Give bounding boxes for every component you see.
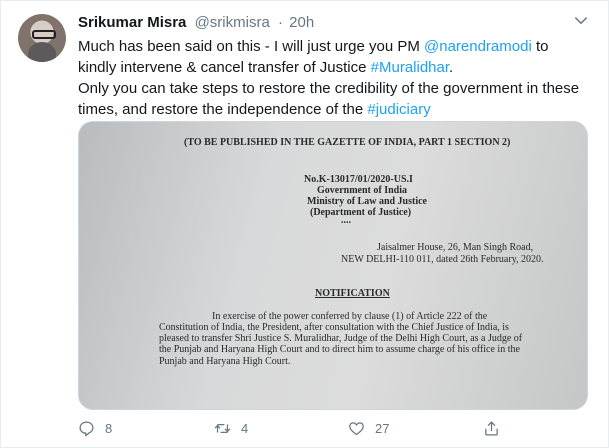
separator-dot: · bbox=[277, 14, 283, 31]
retweet-button[interactable]: 4 bbox=[214, 417, 248, 439]
like-button[interactable]: 27 bbox=[348, 417, 389, 439]
tweet-actions: 8 4 27 bbox=[78, 417, 590, 439]
tweet-text-part1: Much has been said on this - I will just… bbox=[78, 38, 424, 55]
tweet-header: Srikumar Misra @srikmisra · 20h bbox=[78, 13, 314, 33]
caret-down-icon[interactable] bbox=[572, 12, 590, 30]
display-name[interactable]: Srikumar Misra bbox=[78, 14, 186, 31]
mention-link[interactable]: @narendramodi bbox=[424, 38, 532, 55]
like-icon bbox=[349, 421, 364, 435]
tweet-text-part4: Only you can take steps to restore the c… bbox=[78, 80, 580, 118]
tweet-card[interactable]: Srikumar Misra @srikmisra · 20h Much has… bbox=[0, 0, 609, 448]
doc-body-line4: the Punjab and Haryana High Court and to… bbox=[159, 344, 520, 355]
doc-ref-no: No.K-13017/01/2020-US.I bbox=[304, 174, 413, 185]
tweet-time[interactable]: 20h bbox=[289, 14, 314, 31]
doc-body-line1: In exercise of the power conferred by cl… bbox=[212, 311, 488, 322]
doc-address-line2: NEW DELHI-110 011, dated 26th February, … bbox=[341, 254, 544, 265]
doc-dept: (Department of Justice) bbox=[310, 207, 412, 218]
share-button[interactable] bbox=[483, 417, 510, 439]
reply-button[interactable]: 8 bbox=[78, 417, 112, 439]
doc-body-line2: Constitution of India, the President, af… bbox=[159, 322, 509, 333]
like-count: 27 bbox=[375, 420, 390, 436]
retweet-icon bbox=[214, 423, 231, 433]
reply-icon bbox=[79, 420, 94, 436]
reply-count: 8 bbox=[105, 420, 113, 436]
doc-notification-title: NOTIFICATION bbox=[315, 288, 390, 299]
tweet-text-part3: . bbox=[449, 59, 454, 76]
avatar[interactable] bbox=[18, 14, 66, 62]
doc-body-line3: pleased to transfer Shri Justice S. Mura… bbox=[159, 333, 523, 344]
tweet-text: Much has been said on this - I will just… bbox=[78, 36, 590, 120]
hashtag-muralidhar-link[interactable]: #Muralidhar bbox=[371, 59, 449, 76]
doc-ministry: Ministry of Law and Justice bbox=[307, 196, 427, 207]
gazette-document: (TO BE PUBLISHED IN THE GAZETTE OF INDIA… bbox=[79, 122, 587, 409]
share-icon bbox=[485, 420, 498, 436]
hashtag-judiciary-link[interactable]: #judiciary bbox=[367, 101, 430, 118]
tweet-media-image[interactable]: (TO BE PUBLISHED IN THE GAZETTE OF INDIA… bbox=[78, 121, 588, 410]
doc-dots: .... bbox=[341, 215, 351, 226]
retweet-count: 4 bbox=[241, 420, 249, 436]
user-handle[interactable]: @srikmisra bbox=[195, 14, 270, 31]
doc-address-line1: Jaisalmer House, 26, Man Singh Road, bbox=[377, 242, 534, 253]
doc-body-line5: Punjab and Haryana High Court. bbox=[159, 356, 291, 367]
doc-gov: Government of India bbox=[317, 185, 407, 196]
doc-heading: (TO BE PUBLISHED IN THE GAZETTE OF INDIA… bbox=[184, 137, 511, 148]
